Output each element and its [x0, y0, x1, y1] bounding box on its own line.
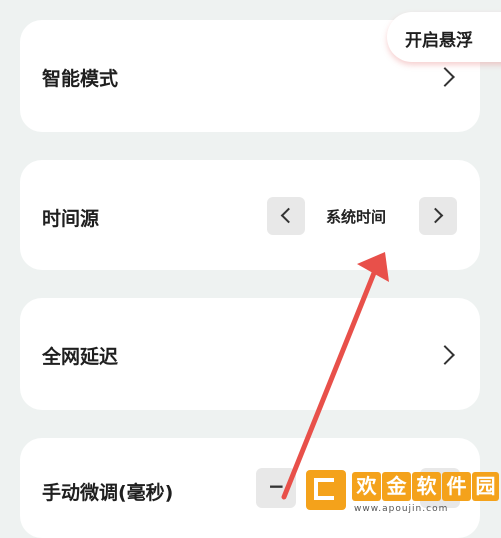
watermark-char: 件 — [442, 472, 471, 501]
watermark-char: 软 — [412, 472, 441, 501]
watermark-logo: 欢 金 软 件 园 www.apoujin.com — [300, 466, 501, 517]
watermark-char: 金 — [382, 472, 411, 501]
logo-icon — [306, 470, 346, 510]
watermark-char: 园 — [472, 472, 499, 501]
annotation-arrow — [281, 252, 389, 500]
watermark-char: 欢 — [352, 472, 381, 501]
watermark-url: www.apoujin.com — [354, 504, 449, 514]
